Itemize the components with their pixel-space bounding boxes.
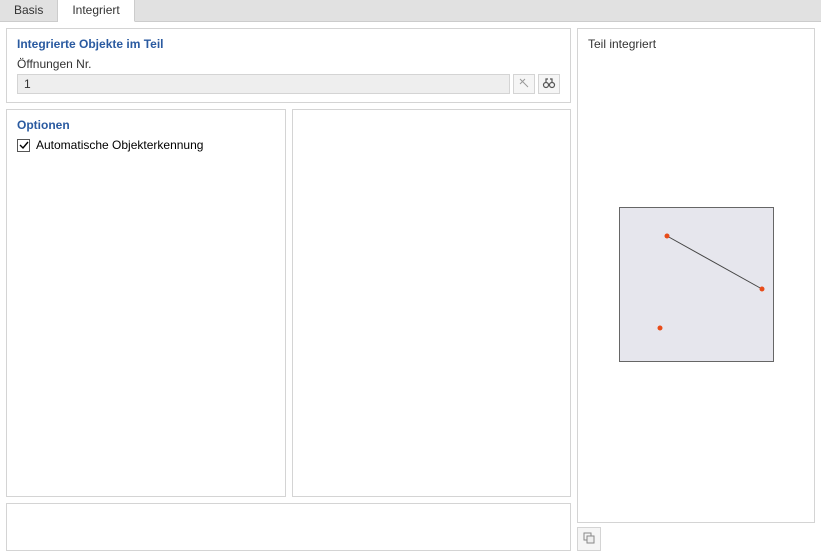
options-title: Optionen [17, 118, 275, 132]
preview-title: Teil integriert [588, 37, 804, 51]
tab-integriert-label: Integriert [72, 3, 119, 17]
right-column: Teil integriert [577, 28, 815, 551]
empty-panel [292, 109, 572, 497]
copy-button[interactable] [577, 527, 601, 551]
bottom-strip [6, 503, 571, 551]
preview-point-1 [664, 234, 669, 239]
preview-point-2 [759, 287, 764, 292]
preview-point-3 [657, 326, 662, 331]
auto-detection-checkbox[interactable] [17, 139, 30, 152]
preview-area [588, 55, 804, 514]
main-area: Integrierte Objekte im Teil Öffnungen Nr… [0, 22, 821, 557]
auto-detection-row: Automatische Objekterkennung [17, 138, 275, 152]
tab-integriert[interactable]: Integriert [58, 0, 134, 22]
check-icon [19, 140, 29, 150]
part-preview [619, 207, 774, 362]
auto-detection-label: Automatische Objekterkennung [36, 138, 203, 152]
openings-input-row [17, 74, 560, 94]
left-column: Integrierte Objekte im Teil Öffnungen Nr… [6, 28, 571, 551]
tab-bar: Basis Integriert [0, 0, 821, 22]
preview-line [620, 208, 775, 363]
tab-basis[interactable]: Basis [0, 0, 58, 21]
copy-icon [582, 531, 596, 548]
openings-label: Öffnungen Nr. [17, 57, 560, 71]
preview-panel: Teil integriert [577, 28, 815, 523]
integrated-objects-panel: Integrierte Objekte im Teil Öffnungen Nr… [6, 28, 571, 103]
preview-toolbar [577, 527, 815, 551]
middle-row: Optionen Automatische Objekterkennung [6, 109, 571, 497]
pick-button[interactable] [513, 74, 535, 94]
integrated-objects-title: Integrierte Objekte im Teil [17, 37, 560, 51]
openings-input[interactable] [17, 74, 510, 94]
find-button[interactable] [538, 74, 560, 94]
pick-icon [518, 77, 530, 92]
binoculars-icon [542, 77, 556, 92]
options-panel: Optionen Automatische Objekterkennung [6, 109, 286, 497]
tab-basis-label: Basis [14, 3, 43, 17]
